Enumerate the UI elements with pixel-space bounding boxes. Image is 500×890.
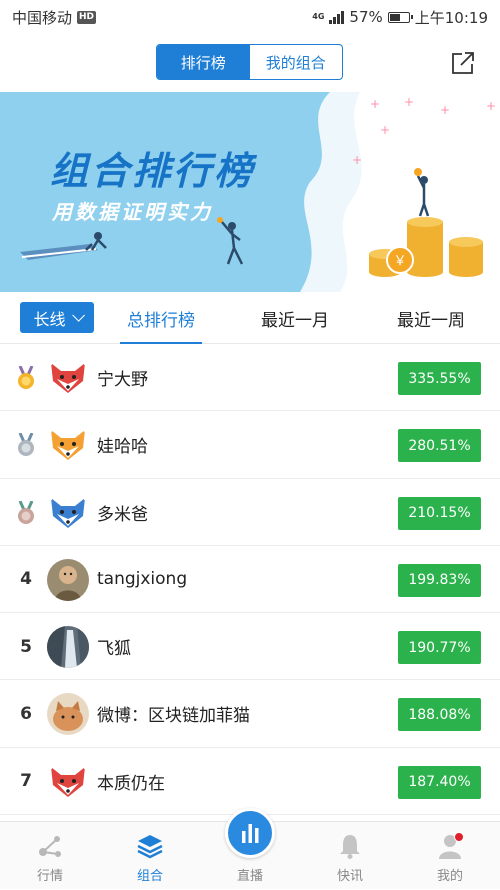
return-badge: 199.83% — [398, 563, 481, 597]
bronze-medal-icon — [18, 500, 34, 524]
user-name: tangjxiong — [97, 569, 188, 590]
nav-label: 快讯 — [336, 869, 363, 884]
battery-icon — [387, 11, 413, 23]
user-name: 娃哈哈 — [97, 437, 148, 458]
share-icon[interactable] — [450, 50, 476, 76]
live-chart-icon — [242, 824, 259, 843]
avatar — [47, 693, 89, 736]
filter-bar: 长线 总排行榜 最近一月 最近一周 — [0, 292, 500, 344]
svg-text:+: + — [486, 99, 496, 113]
tab-my-portfolio[interactable]: 我的组合 — [250, 45, 343, 79]
list-item[interactable]: 5 飞狐 190.77% — [0, 613, 500, 681]
nav-portfolio[interactable]: 组合 — [110, 822, 190, 890]
return-badge: 210.15% — [398, 496, 481, 530]
tab-last-week[interactable]: 最近一周 — [388, 292, 474, 344]
period-dropdown[interactable]: 长线 — [20, 302, 94, 333]
nav-label: 直播 — [236, 869, 263, 884]
period-dropdown-label: 长线 — [33, 309, 66, 329]
tab-overall[interactable]: 总排行榜 — [120, 292, 202, 344]
promo-banner[interactable]: ￥ + + + + + + 组合排行榜 用数据证明实力 — [0, 92, 500, 292]
avatar — [47, 760, 89, 803]
svg-text:+: + — [380, 123, 390, 137]
list-item[interactable]: 宁大野 335.55% — [0, 344, 500, 412]
user-name: 微博：区块链加菲猫 — [97, 706, 250, 727]
svg-text:+: + — [370, 97, 380, 111]
nav-label: 我的 — [436, 869, 463, 884]
header: 排行榜 我的组合 — [0, 34, 500, 92]
hd-badge: HD — [77, 10, 97, 24]
list-item[interactable]: 7 本质仍在 187.40% — [0, 748, 500, 816]
banner-title: 组合排行榜 — [50, 149, 256, 193]
svg-text:￥: ￥ — [393, 254, 406, 269]
user-name: 多米爸 — [97, 504, 148, 525]
return-badge: 280.51% — [398, 429, 481, 463]
market-icon — [39, 836, 61, 857]
clock: 上午10:19 — [414, 8, 488, 27]
signal-icon — [329, 10, 345, 24]
nav-me[interactable]: 我的 — [410, 822, 490, 890]
rank-number: 6 — [20, 703, 32, 724]
nav-label: 行情 — [36, 869, 63, 884]
list-item[interactable]: 4 tangjxiong 199.83% — [0, 546, 500, 614]
tab-last-month[interactable]: 最近一月 — [252, 292, 338, 344]
live-button[interactable] — [225, 808, 275, 858]
return-badge: 335.55% — [398, 362, 481, 395]
return-badge: 190.77% — [398, 631, 481, 665]
nav-market[interactable]: 行情 — [10, 822, 90, 890]
svg-text:+: + — [352, 153, 362, 167]
user-name: 宁大野 — [97, 370, 148, 390]
avatar — [47, 558, 89, 601]
silver-medal-icon — [18, 433, 34, 457]
list-item[interactable]: 娃哈哈 280.51% — [0, 411, 500, 479]
nav-flash-news[interactable]: 快讯 — [310, 822, 390, 890]
list-item[interactable]: 6 微博：区块链加菲猫 188.08% — [0, 680, 500, 748]
svg-text:+: + — [440, 103, 450, 117]
nav-label: 组合 — [136, 869, 163, 884]
network-type: 4G — [312, 12, 325, 21]
avatar — [47, 491, 89, 534]
rank-number: 5 — [20, 636, 32, 657]
user-name: 本质仍在 — [97, 773, 165, 794]
ranking-list: 宁大野 335.55% 娃哈哈 280.51% 多米爸 210.15% 4 ta… — [0, 344, 500, 816]
carrier-name: 中国移动 — [12, 8, 73, 27]
chevron-down-icon — [71, 309, 85, 322]
bell-icon — [340, 835, 360, 859]
svg-text:+: + — [404, 95, 414, 109]
return-badge: 188.08% — [398, 698, 481, 732]
battery-percent: 57% — [349, 8, 383, 26]
avatar — [47, 357, 89, 399]
rank-number: 4 — [20, 569, 32, 590]
rank-number: 7 — [20, 771, 32, 792]
header-tab-switch: 排行榜 我的组合 — [156, 44, 343, 80]
banner-subtitle: 用数据证明实力 — [52, 200, 213, 224]
status-bar: 中国移动 HD 4G 57% 上午10:19 — [0, 0, 500, 34]
user-name: 飞狐 — [97, 639, 131, 660]
portfolio-layers-icon — [137, 835, 163, 859]
notification-dot — [454, 832, 464, 842]
gold-medal-icon — [18, 366, 34, 389]
avatar — [47, 626, 89, 669]
avatar — [47, 424, 89, 467]
tab-ranking[interactable]: 排行榜 — [157, 45, 250, 79]
list-item[interactable]: 多米爸 210.15% — [0, 479, 500, 546]
return-badge: 187.40% — [398, 765, 481, 799]
